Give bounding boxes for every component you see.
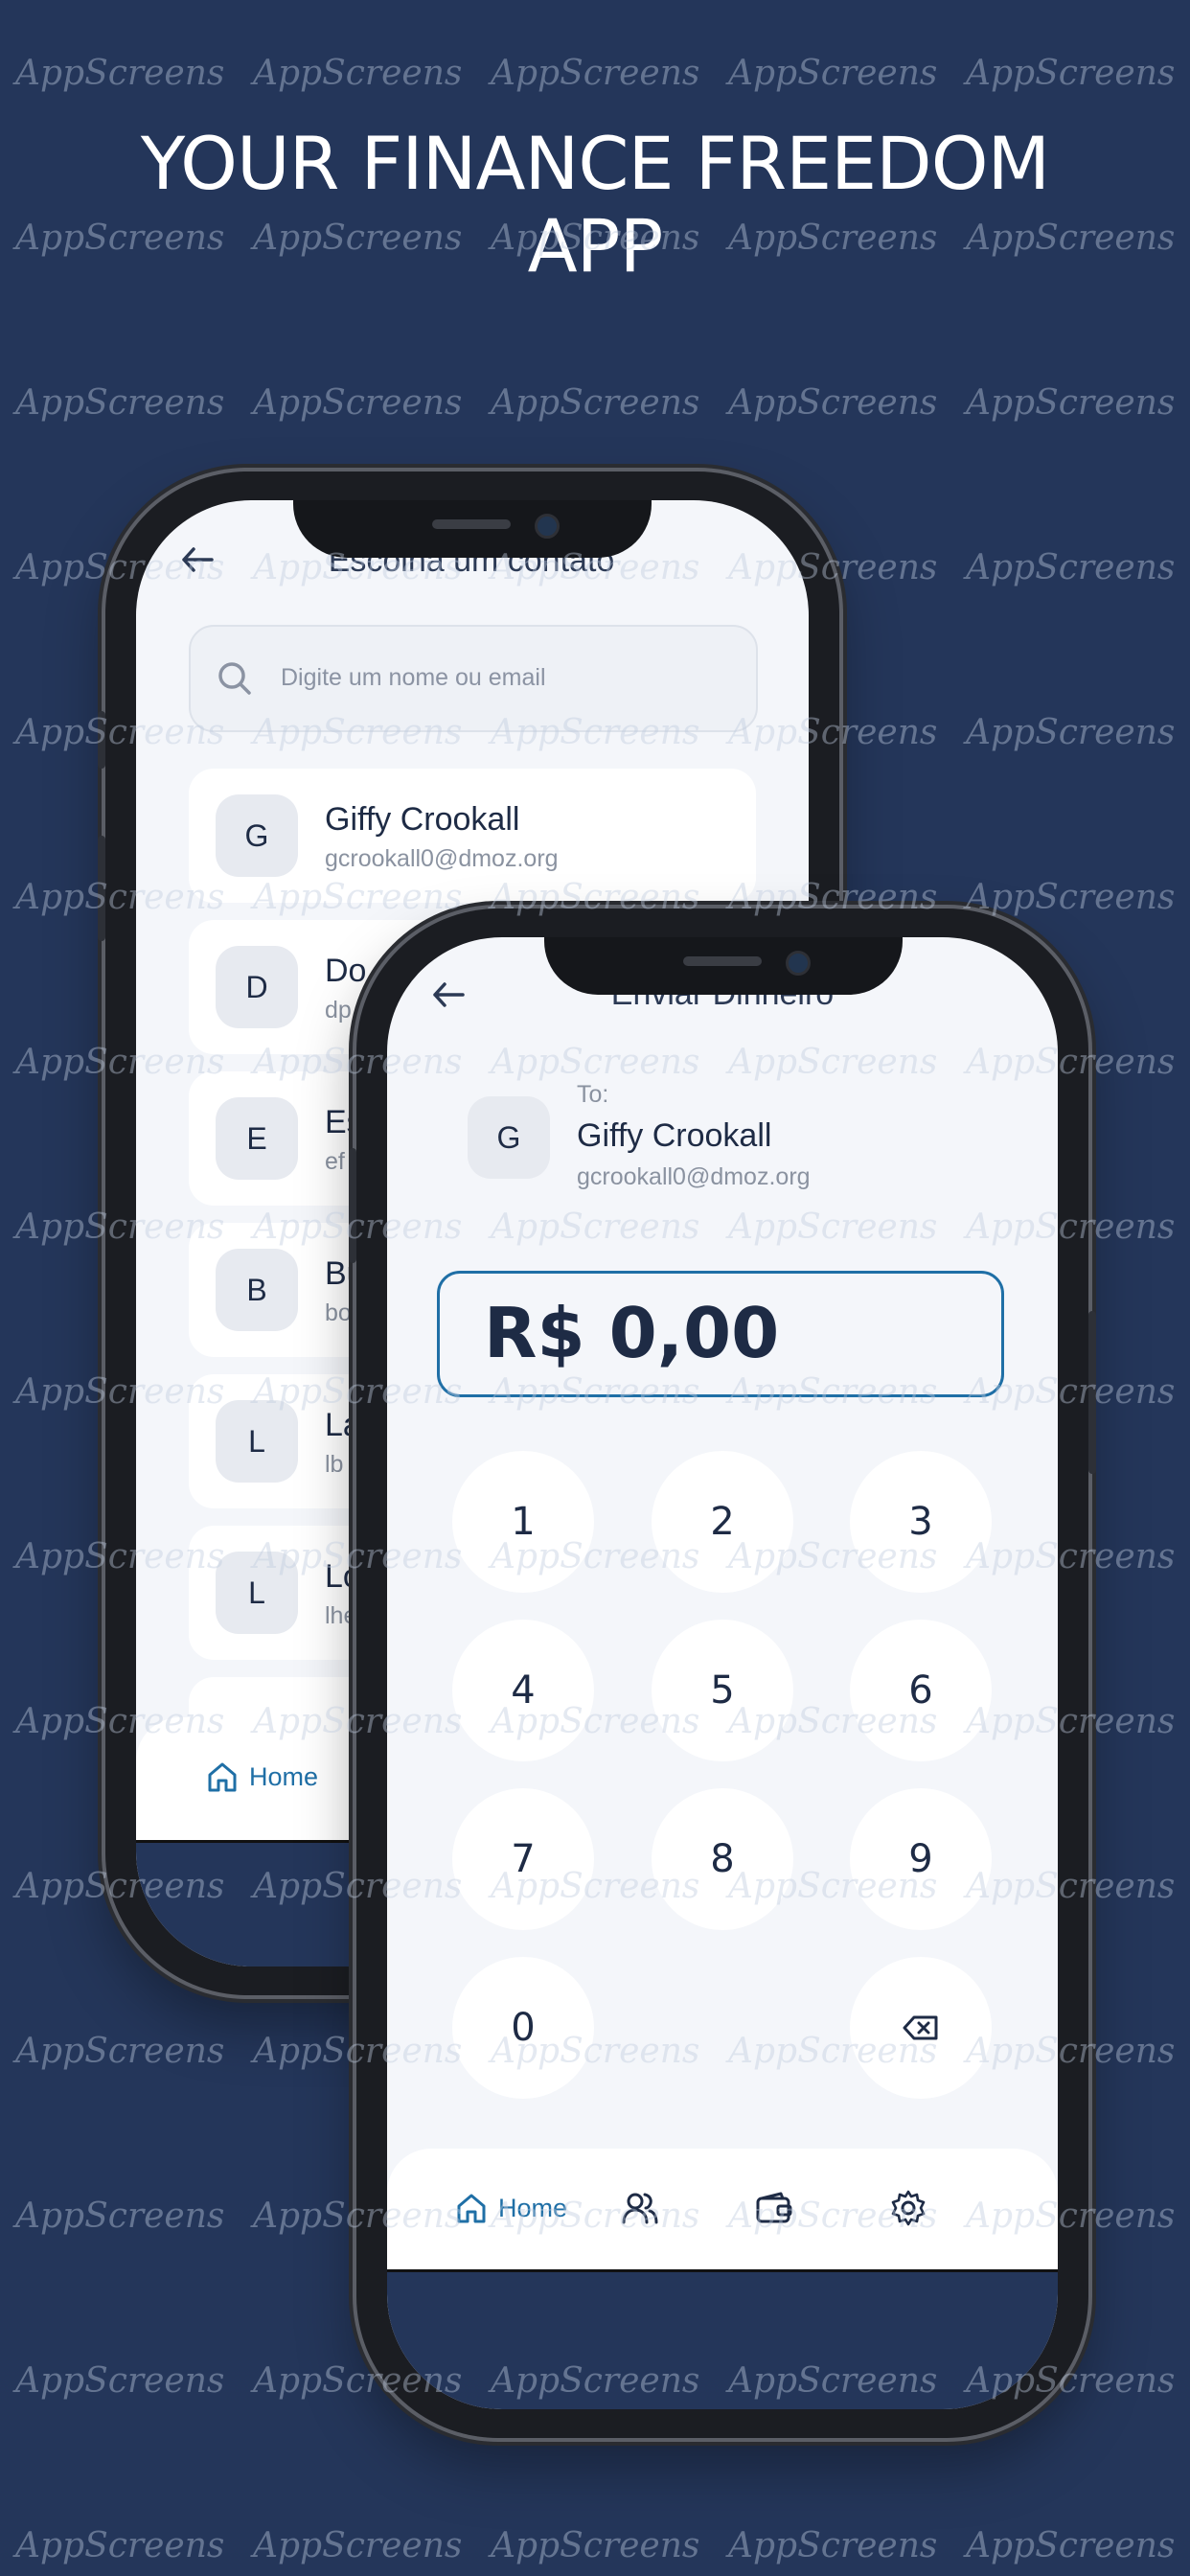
bottom-nav: Home xyxy=(387,2149,1058,2269)
watermark: AppScreens xyxy=(253,54,463,93)
home-icon xyxy=(208,1762,237,1792)
headline-line-1: YOUR FINANCE FREEDOM xyxy=(140,121,1050,206)
search-input[interactable]: Digite um nome ou email xyxy=(189,625,758,732)
nav-home[interactable]: Home xyxy=(454,2191,567,2225)
key-1[interactable]: 1 xyxy=(452,1451,594,1593)
contact-email: dp xyxy=(325,997,352,1024)
contact-email: bo xyxy=(325,1300,352,1326)
watermark: AppScreens xyxy=(253,2526,463,2565)
amount-value: R$ 0,00 xyxy=(484,1293,780,1373)
contact-name: Giffy Crookall xyxy=(325,801,520,838)
key-4[interactable]: 4 xyxy=(452,1620,594,1761)
search-placeholder: Digite um nome ou email xyxy=(281,664,546,691)
watermark: AppScreens xyxy=(15,383,225,423)
recipient-name: Giffy Crookall xyxy=(577,1117,772,1154)
watermark: AppScreens xyxy=(491,54,700,93)
notch xyxy=(544,937,903,995)
watermark: AppScreens xyxy=(15,54,225,93)
watermark: AppScreens xyxy=(966,713,1176,752)
contact-email: ef xyxy=(325,1148,345,1175)
watermark-row: AppScreens AppScreens AppScreens AppScre… xyxy=(0,54,1190,102)
watermark-row: AppScreens AppScreens AppScreens AppScre… xyxy=(0,2526,1190,2574)
key-9[interactable]: 9 xyxy=(850,1788,992,1930)
nav-home-label: Home xyxy=(498,2193,568,2222)
recipient-email: gcrookall0@dmoz.org xyxy=(577,1163,811,1190)
front-phone: Enviar Dinheiro G To: Giffy Crookall gcr… xyxy=(349,908,1096,2438)
contact-email: lhe xyxy=(325,1602,357,1629)
avatar: L xyxy=(216,1552,298,1634)
watermark: AppScreens xyxy=(966,548,1176,587)
watermark: AppScreens xyxy=(253,383,463,423)
watermark: AppScreens xyxy=(15,2196,225,2236)
home-icon xyxy=(457,2194,486,2223)
contact-item[interactable]: G Giffy Crookall gcrookall0@dmoz.org xyxy=(189,769,756,903)
back-arrow-icon[interactable] xyxy=(431,981,466,1008)
headline: YOUR FINANCE FREEDOM APP xyxy=(0,123,1190,288)
back-arrow-icon[interactable] xyxy=(180,546,215,573)
watermark-row: AppScreens AppScreens AppScreens AppScre… xyxy=(0,383,1190,431)
contact-email: gcrookall0@dmoz.org xyxy=(325,845,559,872)
watermark: AppScreens xyxy=(491,383,700,423)
avatar: D xyxy=(216,946,298,1028)
nav-home[interactable]: Home xyxy=(205,1760,318,1794)
wallet-icon[interactable] xyxy=(755,2191,793,2225)
amount-field[interactable]: R$ 0,00 xyxy=(437,1271,1004,1397)
users-icon[interactable] xyxy=(621,2191,659,2225)
backspace-icon xyxy=(903,2015,938,2040)
key-8[interactable]: 8 xyxy=(652,1788,793,1930)
watermark: AppScreens xyxy=(728,54,938,93)
key-0[interactable]: 0 xyxy=(452,1957,594,2099)
nav-home-label: Home xyxy=(249,1761,319,1791)
watermark: AppScreens xyxy=(15,2361,225,2401)
headline-line-2: APP xyxy=(527,203,664,288)
key-6[interactable]: 6 xyxy=(850,1620,992,1761)
watermark: AppScreens xyxy=(15,2032,225,2071)
notch xyxy=(293,500,652,558)
key-7[interactable]: 7 xyxy=(452,1788,594,1930)
watermark: AppScreens xyxy=(728,2526,938,2565)
recipient-avatar: G xyxy=(468,1096,550,1179)
key-2[interactable]: 2 xyxy=(652,1451,793,1593)
watermark: AppScreens xyxy=(728,383,938,423)
avatar: E xyxy=(216,1097,298,1180)
home-indicator-area xyxy=(387,2269,1058,2409)
watermark: AppScreens xyxy=(966,383,1176,423)
key-3[interactable]: 3 xyxy=(850,1451,992,1593)
watermark: AppScreens xyxy=(15,2526,225,2565)
key-5[interactable]: 5 xyxy=(652,1620,793,1761)
settings-icon[interactable] xyxy=(889,2189,927,2227)
contact-email: lb xyxy=(325,1451,344,1478)
watermark: AppScreens xyxy=(491,2526,700,2565)
watermark: AppScreens xyxy=(966,2526,1176,2565)
avatar: B xyxy=(216,1249,298,1331)
contact-name: Do xyxy=(325,953,367,989)
avatar: L xyxy=(216,1400,298,1483)
watermark: AppScreens xyxy=(966,878,1176,917)
watermark: AppScreens xyxy=(966,54,1176,93)
backspace-key[interactable] xyxy=(850,1957,992,2099)
search-icon xyxy=(218,662,251,695)
avatar: G xyxy=(216,794,298,877)
to-label: To: xyxy=(577,1081,609,1108)
send-money-screen: Enviar Dinheiro G To: Giffy Crookall gcr… xyxy=(387,937,1058,2409)
